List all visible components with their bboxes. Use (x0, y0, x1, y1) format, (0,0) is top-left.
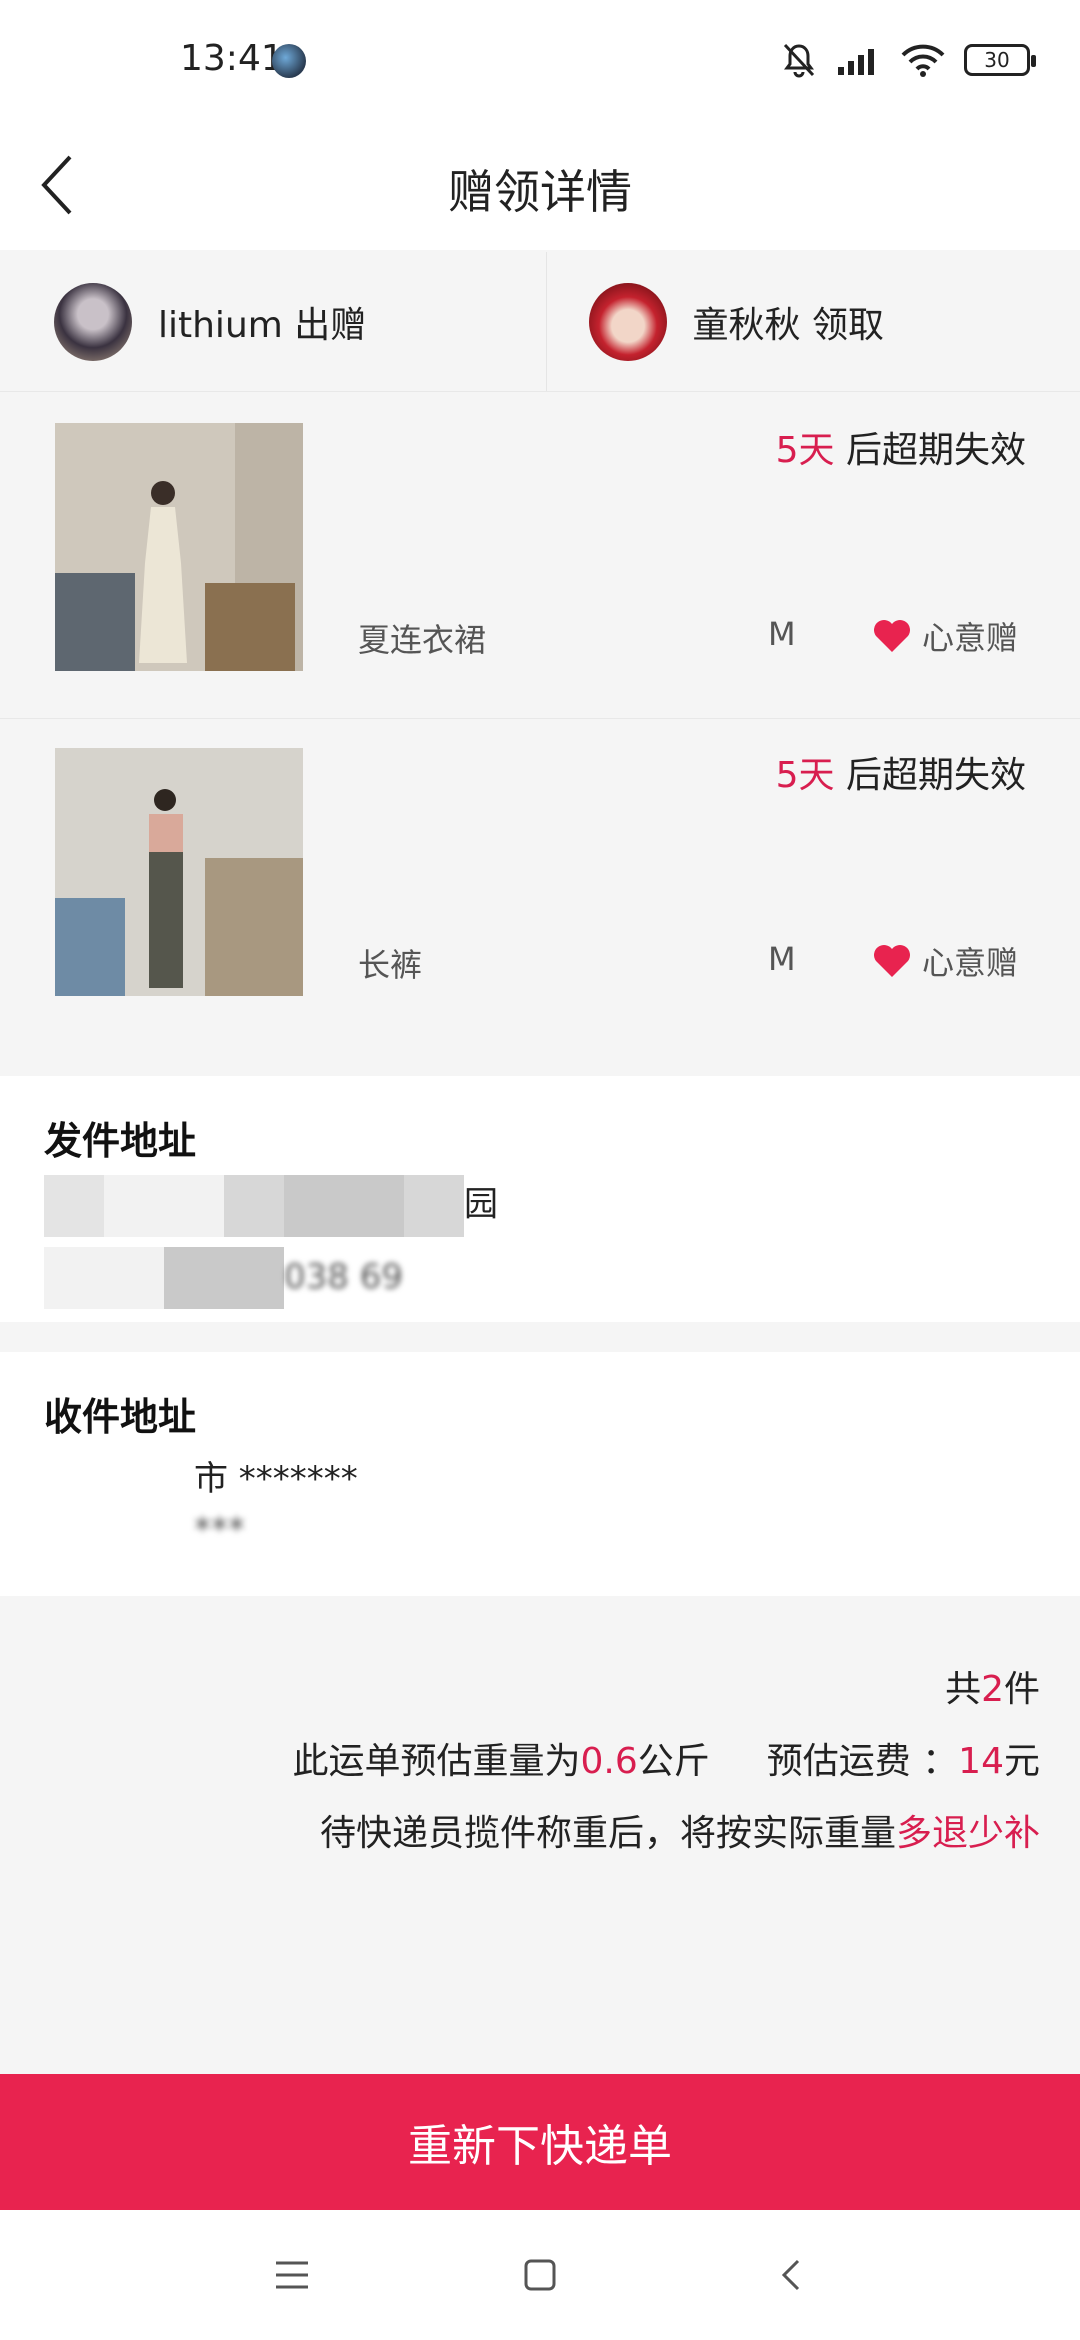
expiry-notice: 5天 后超期失效 (776, 746, 1026, 798)
menu-icon[interactable] (262, 2245, 322, 2305)
redacted-block (224, 1175, 284, 1237)
expiry-days: 5天 (775, 430, 835, 471)
redacted-block (284, 1175, 404, 1237)
giver-info[interactable]: lithium 出赠 (0, 252, 546, 391)
header: 赠领详情 (0, 120, 1080, 250)
item-type-label: 心意赠 (922, 944, 1019, 982)
system-nav-bar (0, 2210, 1080, 2340)
reorder-express-button[interactable]: 重新下快递单 (0, 2074, 1080, 2210)
receive-address-title: 收件地址 (44, 1395, 197, 1439)
item-photo-image (55, 748, 303, 996)
count-suffix: 件 (1003, 1669, 1040, 1710)
weight-fee-line: 此运单预估重量为0.6公斤 预估运费 ：14元 (293, 1732, 1040, 1784)
item-name: 夏连衣裙 (358, 621, 487, 659)
redacted-block (44, 1175, 104, 1237)
fee-prefix: 预估运费 ： (766, 1741, 959, 1782)
redacted-block (404, 1175, 464, 1237)
expiry-suffix: 后超期失效 (834, 430, 1026, 471)
heart-icon (874, 620, 910, 652)
weight-prefix: 此运单预估重量为 (292, 1741, 581, 1782)
heart-icon (874, 945, 910, 977)
page-title: 赠领详情 (448, 165, 632, 219)
gift-item[interactable]: 5天 后超期失效 长裤 M 心意赠 (0, 720, 1080, 1044)
fee-value: 14 (958, 1741, 1004, 1782)
send-address-text: 园 (464, 1184, 498, 1225)
receive-address-section: 收件地址 市 ******* *** (0, 1352, 1080, 1596)
item-photo-image (55, 423, 303, 671)
receiver-text: 童秋秋 领取 (692, 304, 884, 346)
send-address-section: 发件地址 园 038 69 (0, 1076, 1080, 1322)
item-size: M (768, 615, 796, 653)
nav-back-icon[interactable] (762, 2245, 822, 2305)
redacted-block (44, 1247, 164, 1309)
item-name: 长裤 (358, 946, 423, 984)
shipping-summary: 共2件 此运单预估重量为0.6公斤 预估运费 ：14元 待快递员揽件称重后，将按… (293, 1660, 1040, 1876)
item-type: 心意赠 (872, 938, 1018, 984)
item-size: M (768, 940, 796, 978)
expiry-notice: 5天 后超期失效 (776, 421, 1026, 473)
expiry-days: 5天 (775, 755, 835, 796)
receive-phone-line: *** (194, 1510, 245, 1550)
wifi-icon (901, 44, 945, 77)
send-phone-text: 038 69 (284, 1256, 403, 1297)
mute-bell-icon (783, 43, 815, 78)
item-type-label: 心意赠 (922, 619, 1019, 657)
battery-icon: 30 (964, 44, 1036, 76)
item-photo[interactable] (55, 423, 303, 671)
status-icons: 30 (780, 40, 1036, 80)
weight-unit: 公斤 (637, 1741, 710, 1782)
notification-app-icon (272, 44, 306, 78)
item-type: 心意赠 (872, 613, 1018, 659)
send-phone-line: 038 69 (44, 1247, 1080, 1309)
giver-text: lithium 出赠 (158, 304, 367, 346)
gift-item[interactable]: 5天 后超期失效 夏连衣裙 M 心意赠 (0, 395, 1080, 719)
fee-unit: 元 (1003, 1741, 1040, 1782)
weight-note: 待快递员揽件称重后，将按实际重量多退少补 (293, 1804, 1040, 1856)
giver-avatar (54, 282, 132, 361)
parties-row: lithium 出赠 童秋秋 领取 (0, 252, 1080, 392)
redacted-block (104, 1175, 224, 1237)
count-prefix: 共 (945, 1669, 982, 1710)
receiver-avatar (588, 282, 667, 361)
home-icon[interactable] (510, 2245, 570, 2305)
receive-address-line: 市 ******* (194, 1459, 358, 1499)
count-value: 2 (981, 1669, 1004, 1710)
status-time: 13:41 (180, 38, 284, 79)
send-address-line: 园 (44, 1175, 1080, 1237)
receiver-info[interactable]: 童秋秋 领取 (545, 252, 1080, 391)
send-address-title: 发件地址 (44, 1119, 197, 1163)
item-count: 共2件 (293, 1660, 1040, 1712)
status-bar: 13:41 30 (0, 0, 1080, 120)
redacted-block (164, 1247, 284, 1309)
note-prefix: 待快递员揽件称重后，将按实际重量 (319, 1813, 896, 1854)
note-highlight: 多退少补 (895, 1813, 1040, 1854)
item-photo[interactable] (55, 748, 303, 996)
expiry-suffix: 后超期失效 (834, 755, 1026, 796)
signal-icon (838, 49, 874, 75)
weight-value: 0.6 (580, 1741, 638, 1782)
